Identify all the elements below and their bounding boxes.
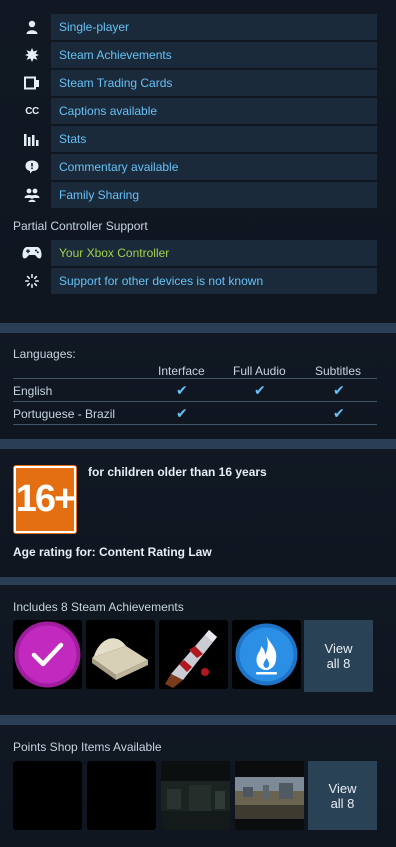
feature-label: Family Sharing [51, 182, 377, 208]
controller-label: Support for other devices is not known [51, 268, 377, 294]
age-rating-description: for children older than 16 years [88, 465, 267, 479]
points-shop-heading[interactable]: Points Shop Items Available [13, 740, 162, 754]
divider [0, 577, 396, 585]
points-shop-thumbnail [235, 761, 304, 830]
column-header-interface: Interface [158, 364, 205, 378]
achievement-checkmark-icon [14, 621, 81, 688]
trading-cards-icon [13, 70, 51, 96]
view-all-label: View [324, 641, 353, 656]
view-all-points-shop-button[interactable]: View all 8 [308, 761, 377, 830]
language-row-portuguese: Portuguese - Brazil ✔ ✔ [13, 402, 377, 425]
feature-family-sharing[interactable]: Family Sharing [13, 182, 377, 208]
feature-steam-achievements[interactable]: Steam Achievements [13, 42, 377, 68]
achievement-tile[interactable] [232, 620, 301, 689]
controller-xbox[interactable]: Your Xbox Controller [13, 240, 377, 266]
feature-label: Commentary available [51, 154, 377, 180]
single-player-icon [13, 14, 51, 40]
language-row-english: English ✔ ✔ ✔ [13, 379, 377, 402]
languages-title: Languages: [13, 347, 76, 361]
subtitles-check-icon: ✔ [333, 405, 345, 421]
achievement-paper-icon [86, 620, 155, 689]
view-all-count: all 8 [326, 656, 351, 671]
commentary-icon [13, 154, 51, 180]
achievement-tile[interactable] [13, 620, 82, 689]
language-name: English [13, 384, 53, 398]
divider [0, 715, 396, 725]
view-all-label: View [328, 780, 357, 796]
feature-label: Captions available [51, 98, 377, 124]
audio-check-icon: ✔ [254, 382, 266, 398]
interface-check-icon: ✔ [176, 382, 188, 398]
feature-trading-cards[interactable]: Steam Trading Cards [13, 70, 377, 96]
subtitles-check-icon: ✔ [333, 382, 345, 398]
achievement-knife-icon [159, 620, 228, 689]
interface-check-icon: ✔ [176, 405, 188, 421]
loading-icon [13, 268, 51, 294]
points-shop-thumbnail [161, 761, 230, 830]
controller-label: Your Xbox Controller [51, 240, 377, 266]
feature-label: Steam Achievements [51, 42, 377, 68]
column-header-full-audio: Full Audio [233, 364, 286, 378]
feature-label: Steam Trading Cards [51, 70, 377, 96]
controller-other-devices[interactable]: Support for other devices is not known [13, 268, 377, 294]
family-sharing-icon [13, 182, 51, 208]
feature-commentary[interactable]: Commentary available [13, 154, 377, 180]
column-header-subtitles: Subtitles [315, 364, 362, 378]
points-shop-item[interactable] [87, 761, 156, 830]
divider [0, 439, 396, 449]
feature-label: Single-player [51, 14, 377, 40]
points-shop-item[interactable] [13, 761, 82, 830]
gamepad-icon [13, 240, 51, 266]
age-rating-text: 16+ [14, 466, 76, 533]
features-panel: Single-player Steam Achievements Steam T… [0, 0, 396, 323]
points-shop-item[interactable] [161, 761, 230, 830]
captions-icon: CC [25, 105, 39, 117]
points-shop-item[interactable] [235, 761, 304, 830]
age-rating-for: Age rating for: Content Rating Law [13, 545, 212, 559]
feature-stats[interactable]: Stats [13, 126, 377, 152]
view-all-count: all 8 [330, 795, 355, 811]
language-name: Portuguese - Brazil [13, 407, 116, 421]
age-rating-badge: 16+ [13, 465, 77, 534]
achievements-icon [13, 42, 51, 68]
stats-icon [13, 126, 51, 152]
achievement-flame-icon [232, 620, 301, 689]
achievements-heading[interactable]: Includes 8 Steam Achievements [13, 600, 184, 614]
achievement-tile[interactable] [86, 620, 155, 689]
feature-single-player[interactable]: Single-player [13, 14, 377, 40]
languages-table: Interface Full Audio Subtitles English ✔… [13, 362, 377, 425]
achievement-tile[interactable] [159, 620, 228, 689]
view-all-achievements-button[interactable]: View all 8 [304, 620, 373, 692]
languages-header-row: Interface Full Audio Subtitles [13, 362, 377, 379]
feature-captions[interactable]: CC Captions available [13, 98, 377, 124]
divider [0, 323, 396, 333]
feature-label: Stats [51, 126, 377, 152]
controller-support-heading: Partial Controller Support [13, 219, 148, 233]
